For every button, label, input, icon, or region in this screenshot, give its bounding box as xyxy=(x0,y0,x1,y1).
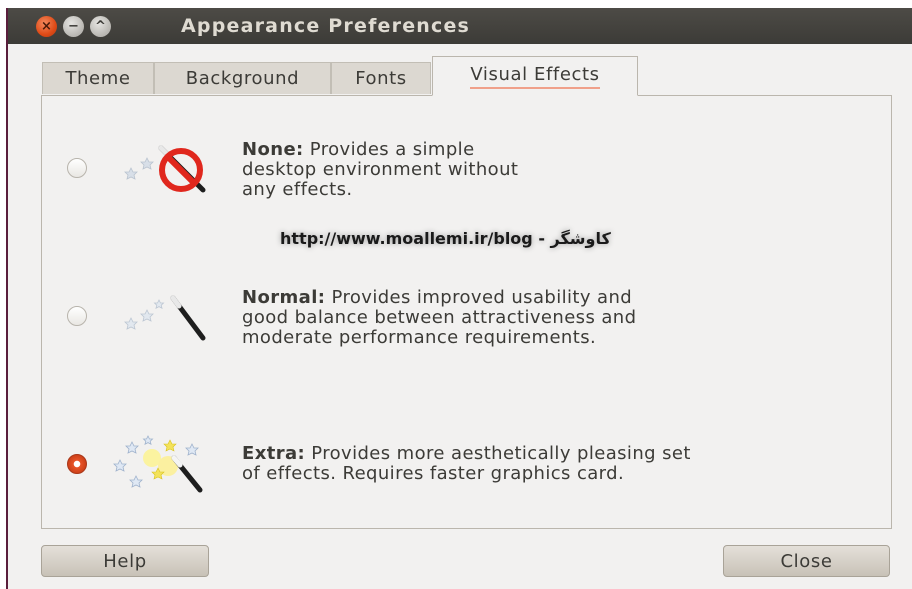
option-normal-line-1: Provides improved usability and xyxy=(331,287,633,308)
magic-wand-sparkles-icon xyxy=(113,435,203,493)
window-maximize-button[interactable]: ^ xyxy=(90,16,111,37)
tab-background[interactable]: Background xyxy=(154,62,331,94)
tab-theme[interactable]: Theme xyxy=(42,62,154,94)
close-button[interactable]: Close xyxy=(723,545,890,577)
option-none-line-2: desktop environment without xyxy=(242,159,519,180)
option-extra-name: Extra: xyxy=(242,443,306,464)
appearance-preferences-window: × − ^ Appearance Preferences Theme Backg… xyxy=(6,8,912,589)
tab-fonts[interactable]: Fonts xyxy=(331,62,431,94)
option-normal-description: Normal: Provides improved usability and … xyxy=(242,288,636,348)
radio-extra[interactable] xyxy=(67,454,87,474)
title-bar[interactable]: × − ^ Appearance Preferences xyxy=(8,8,912,44)
tab-visual-effects-label: Visual Effects xyxy=(470,64,600,89)
option-normal-line-2: good balance between attractiveness and xyxy=(242,307,637,328)
radio-none[interactable] xyxy=(67,158,87,178)
option-extra-line-2: of effects. Requires faster graphics car… xyxy=(242,463,625,484)
minimize-icon: − xyxy=(68,19,79,34)
radio-normal[interactable] xyxy=(67,306,87,326)
magic-wand-icon xyxy=(124,295,206,341)
magic-wand-disabled-icon xyxy=(124,145,206,193)
help-button[interactable]: Help xyxy=(41,545,209,577)
option-extra-description: Extra: Provides more aesthetically pleas… xyxy=(242,444,691,484)
option-none-name: None: xyxy=(242,139,304,160)
option-normal-line-3: moderate performance requirements. xyxy=(242,327,597,348)
option-none-line-3: any effects. xyxy=(242,179,353,200)
maximize-icon: ^ xyxy=(95,19,106,34)
option-none-line-1: Provides a simple xyxy=(309,139,475,160)
tab-visual-effects[interactable]: Visual Effects xyxy=(432,56,638,96)
window-minimize-button[interactable]: − xyxy=(63,16,84,37)
option-extra-line-1: Provides more aesthetically pleasing set xyxy=(311,443,691,464)
option-none-description: None: Provides a simple desktop environm… xyxy=(242,140,518,200)
close-icon: × xyxy=(41,19,52,34)
window-title: Appearance Preferences xyxy=(181,15,471,37)
option-normal-name: Normal: xyxy=(242,287,326,308)
visual-effects-panel: None: Provides a simple desktop environm… xyxy=(41,95,892,529)
window-close-button[interactable]: × xyxy=(36,16,57,37)
watermark-text: http://www.moallemi.ir/blog - کاوشگر xyxy=(280,229,611,248)
